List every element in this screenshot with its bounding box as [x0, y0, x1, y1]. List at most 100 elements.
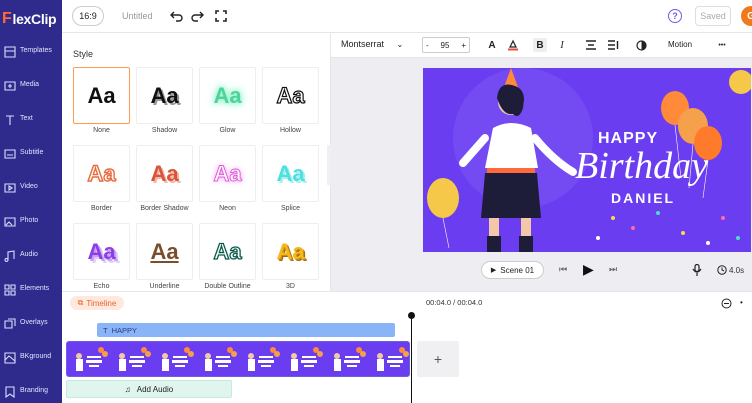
sidebar-item-media[interactable]: Media [0, 71, 62, 101]
undo-icon[interactable] [170, 9, 184, 23]
redo-icon[interactable] [190, 9, 204, 23]
style-tile-underline[interactable]: Aa [136, 223, 193, 280]
style-label: 3D [286, 283, 295, 290]
fullscreen-icon[interactable] [214, 9, 228, 23]
project-name[interactable]: Untitled [122, 11, 153, 21]
sidebar-item-overlays[interactable]: Overlays [0, 309, 62, 339]
scene-label: Scene 01 [500, 265, 535, 275]
duration-label: 4.0s [729, 266, 745, 275]
style-label: Splice [280, 205, 301, 212]
zoom-out-icon[interactable] [721, 298, 732, 309]
playhead[interactable] [411, 313, 412, 403]
style-tile-splice[interactable]: Aa [262, 145, 319, 202]
motion-button[interactable]: Motion [668, 40, 692, 49]
saved-button[interactable]: Saved [695, 6, 731, 26]
style-sample: Aa [213, 82, 242, 108]
subtitle-icon [4, 149, 16, 159]
canvas-text-name[interactable]: DANIEL [611, 190, 675, 206]
style-sample: Aa [150, 238, 179, 264]
video-thumbnail [153, 342, 196, 376]
font-size-value[interactable]: 95 [441, 41, 450, 50]
style-tile-border-shadow[interactable]: Aa [136, 145, 193, 202]
bold-button[interactable]: B [533, 38, 547, 52]
sidebar-item-audio[interactable]: Audio [0, 241, 62, 271]
more-options-icon[interactable]: ••• [715, 38, 729, 52]
style-tile-glow[interactable]: Aa [199, 67, 256, 124]
zoom-slider-handle[interactable]: • [740, 298, 743, 307]
video-track[interactable] [66, 341, 410, 377]
play-icon[interactable]: ▶ [583, 261, 594, 278]
timeline-icon: ⧉ [77, 298, 84, 307]
font-size-stepper[interactable]: - 95 + [422, 37, 470, 53]
video-thumbnail [110, 342, 153, 376]
logo[interactable]: F lexClip [2, 8, 57, 30]
text-color-icon[interactable]: A [485, 38, 499, 52]
style-tile-neon[interactable]: Aa [199, 145, 256, 202]
increase-size-button[interactable]: + [461, 41, 466, 50]
style-label: None [93, 127, 110, 134]
video-canvas[interactable]: HAPPY Birthday DANIEL [423, 68, 751, 252]
sidebar-item-label: Elements [20, 285, 50, 292]
add-audio-button[interactable]: ♫ Add Audio [66, 380, 232, 398]
style-label: Border Shadow [140, 205, 189, 212]
flexclip-editor: F lexClip Templates Media Text Subtitle Vide… [0, 0, 752, 403]
style-tile-shadow[interactable]: Aa [136, 67, 193, 124]
text-track-label: HAPPY [111, 325, 138, 335]
video-thumbnail [239, 342, 282, 376]
sidebar-item-elements[interactable]: Elements [0, 275, 62, 305]
canvas-text-birthday[interactable]: Birthday [575, 144, 708, 188]
top-bar: 16:9 Untitled ? Saved G [62, 0, 752, 33]
text-track[interactable]: T HAPPY [97, 323, 395, 337]
style-tile-none[interactable]: Aa [73, 67, 130, 124]
style-panel: Style Aa None Aa Shadow Aa Glow Aa Hollow Aa Bord… [62, 33, 331, 291]
spacing-icon[interactable] [606, 38, 620, 52]
style-sample: Aa [150, 160, 179, 186]
style-tile-echo[interactable]: Aa [73, 223, 130, 280]
style-tile-hollow[interactable]: Aa [262, 67, 319, 124]
style-label: Neon [219, 205, 236, 212]
sidebar-item-subtitle[interactable]: Subtitle [0, 139, 62, 169]
background-icon [4, 352, 16, 364]
timeline-time: 00:04.0 / 00:04.0 [426, 298, 483, 307]
style-tile-border[interactable]: Aa [73, 145, 130, 202]
style-tile-double-outline[interactable]: Aa [199, 223, 256, 280]
sidebar-item-photo[interactable]: Photo [0, 207, 62, 237]
highlight-color-icon[interactable] [506, 38, 520, 52]
playhead-handle[interactable] [408, 312, 415, 319]
branding-icon [5, 386, 15, 398]
sidebar-item-bkground[interactable]: BKground [0, 343, 62, 373]
microphone-icon[interactable] [692, 264, 702, 276]
previous-icon[interactable]: ⏮ [559, 264, 567, 275]
sidebar-item-templates[interactable]: Templates [0, 37, 62, 67]
add-scene-button[interactable]: + [417, 341, 459, 377]
decrease-size-button[interactable]: - [426, 41, 429, 50]
align-center-icon[interactable] [584, 38, 598, 52]
style-label: Hollow [279, 127, 301, 134]
sidebar-item-label: Overlays [20, 319, 48, 326]
style-sample: Aa [87, 82, 116, 108]
sidebar-item-text[interactable]: Text [0, 105, 62, 135]
sidebar-item-branding[interactable]: Branding [0, 377, 62, 403]
sidebar-item-label: Templates [20, 47, 52, 54]
add-audio-label: Add Audio [136, 384, 174, 394]
style-tile-3d[interactable]: Aa [262, 223, 319, 280]
next-icon[interactable]: ⏭ [609, 264, 617, 275]
help-icon[interactable]: ? [668, 9, 682, 23]
logo-text: lexClip [12, 11, 57, 27]
opacity-icon[interactable] [634, 38, 648, 52]
playback-controls: ▶ Scene 01 ⏮ ▶ ⏭ 4.0s [331, 254, 752, 286]
timeline-toggle-button[interactable]: ⧉ Timeline [70, 296, 124, 310]
sidebar-item-video[interactable]: Video [0, 173, 62, 203]
scene-selector[interactable]: ▶ Scene 01 [481, 261, 544, 279]
font-select[interactable]: Montserrat ⌄ [341, 39, 403, 49]
style-sample: Aa [87, 238, 116, 264]
photo-icon [4, 217, 16, 227]
avatar[interactable]: G [741, 6, 752, 26]
video-thumbnail [67, 342, 110, 376]
overlays-icon [4, 318, 16, 329]
logo-mark-icon: F [2, 10, 12, 27]
sidebar-item-label: Subtitle [20, 149, 44, 156]
video-thumbnail [282, 342, 325, 376]
italic-button[interactable]: I [555, 38, 569, 52]
aspect-ratio-button[interactable]: 16:9 [72, 6, 104, 26]
